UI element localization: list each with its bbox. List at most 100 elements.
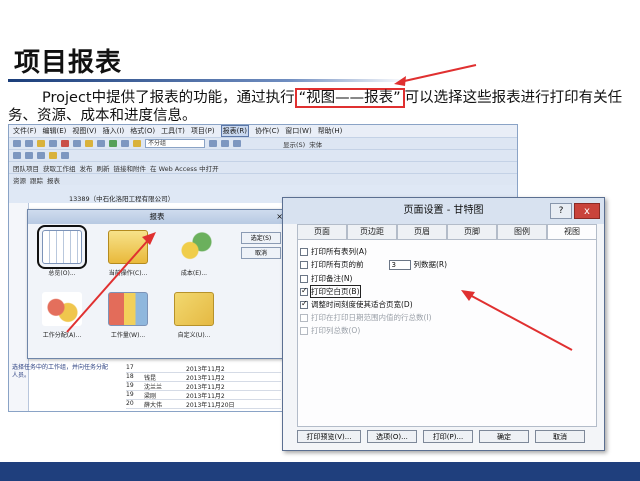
opt-label: 打印列总数(O): [311, 326, 361, 335]
opt-print-first-pages[interactable]: 打印所有页的前 3 列数据(R): [300, 259, 447, 270]
tab-view[interactable]: 视图: [547, 224, 597, 239]
menu-help[interactable]: 帮助(H): [318, 126, 343, 136]
row-date: 2013年11月2: [186, 393, 225, 400]
tab-legend[interactable]: 图例: [497, 224, 547, 239]
opt-label: 打印所有表列(A): [311, 247, 367, 256]
collab-team[interactable]: 团队项目: [13, 163, 39, 173]
row-name: 梁刚: [144, 393, 157, 400]
calendar-icon[interactable]: [121, 140, 129, 147]
menu-insert[interactable]: 插入(I): [103, 126, 125, 136]
menu-project[interactable]: 项目(P): [191, 126, 215, 136]
row-date: 2013年11月2: [186, 366, 225, 373]
spell-icon[interactable]: [49, 140, 57, 147]
checkbox-checked[interactable]: [300, 299, 308, 309]
tab-margins[interactable]: 页边距: [347, 224, 397, 239]
print-button[interactable]: 打印(P)...: [423, 430, 473, 443]
collab-get[interactable]: 获取工作组: [43, 163, 76, 173]
line-icon[interactable]: [13, 152, 21, 159]
tab-page[interactable]: 页面: [297, 224, 347, 239]
menu-edit[interactable]: 编辑(E): [43, 126, 67, 136]
guide-toolbar: 资源 跟踪 报表: [9, 173, 517, 185]
checkbox[interactable]: [300, 274, 308, 283]
save-icon[interactable]: [13, 140, 21, 147]
menu-format[interactable]: 格式(O): [130, 126, 155, 136]
checkbox-disabled: [300, 326, 308, 335]
menu-tools[interactable]: 工具(T): [161, 126, 185, 136]
guide-resources[interactable]: 资源: [13, 175, 26, 185]
paste-icon[interactable]: [85, 140, 93, 147]
guide-tracking[interactable]: 跟踪: [30, 175, 43, 185]
slide-title: 项目报表: [14, 48, 123, 78]
collab-toolbar: 团队项目 获取工作组 发布 刷新 链接和附件 在 Web Access 中打开: [9, 161, 517, 173]
zoom-in-icon[interactable]: [209, 140, 217, 147]
opt-print-blank[interactable]: 打印空白页(B): [300, 285, 361, 298]
menu-view[interactable]: 视图(V): [72, 126, 96, 136]
undo-icon[interactable]: [97, 140, 105, 147]
table-row[interactable]: 20 薛大伟 2013年11月20日: [126, 400, 281, 409]
checkbox[interactable]: [300, 260, 308, 269]
menu-collab[interactable]: 协作(C): [255, 126, 279, 136]
group-combo[interactable]: 不分组: [145, 139, 205, 148]
report-select-button[interactable]: 选定(S): [241, 232, 281, 244]
red-arrow-to-report: [66, 232, 156, 333]
table-row[interactable]: 18 钱昆 2013年11月2: [126, 373, 281, 382]
checkbox-checked[interactable]: [300, 286, 308, 296]
arc-icon[interactable]: [49, 152, 57, 159]
view-bar[interactable]: [9, 203, 29, 411]
menu-file[interactable]: 文件(F): [13, 126, 37, 136]
red-arrow-to-highlight: [394, 64, 477, 86]
opt-range-totals: 打印在打印日期范围内值的行总数(I): [300, 312, 432, 323]
report-custom[interactable]: 自定义(U)...: [168, 292, 220, 352]
options-button[interactable]: 选项(O)...: [367, 430, 417, 443]
close-icon[interactable]: x: [574, 203, 600, 219]
report-cancel-button[interactable]: 取消: [241, 247, 281, 259]
tab-footer[interactable]: 页脚: [447, 224, 497, 239]
textbox-icon[interactable]: [61, 152, 69, 159]
task-note: 选择任务中的工作组，并向任务分配人员。: [12, 364, 109, 379]
checkbox[interactable]: [300, 247, 308, 256]
print-icon[interactable]: [25, 140, 33, 147]
link-icon[interactable]: [109, 140, 117, 147]
collab-publish[interactable]: 发布: [80, 163, 93, 173]
table-row[interactable]: 19 梁刚 2013年11月2: [126, 391, 281, 400]
menu-window[interactable]: 窗口(W): [285, 126, 311, 136]
ok-button[interactable]: 确定: [479, 430, 529, 443]
row-id: 20: [126, 400, 134, 407]
rectangle-icon[interactable]: [25, 152, 33, 159]
standard-toolbar: 不分组 显示(S) 宋体: [9, 137, 517, 149]
report-cost-label: 成本(E)...: [180, 270, 208, 277]
font-name[interactable]: 宋体: [309, 139, 322, 149]
menu-report[interactable]: 报表(R): [220, 125, 249, 137]
notes-icon[interactable]: [133, 140, 141, 147]
zoom-out-icon[interactable]: [221, 140, 229, 147]
cancel-button[interactable]: 取消: [535, 430, 585, 443]
tab-header[interactable]: 页眉: [397, 224, 447, 239]
oval-icon[interactable]: [37, 152, 45, 159]
help-icon[interactable]: ?: [550, 203, 572, 219]
cut-icon[interactable]: [61, 140, 69, 147]
collab-links[interactable]: 链接和附件: [114, 163, 147, 173]
opt-print-notes[interactable]: 打印备注(N): [300, 273, 352, 284]
opt-label: 打印所有页的前: [311, 260, 364, 269]
table-row[interactable]: 17 2013年11月2: [126, 364, 281, 373]
goto-icon[interactable]: [233, 140, 241, 147]
cost-icon: [174, 230, 214, 264]
report-cost[interactable]: 成本(E)...: [168, 230, 220, 290]
page-setup-titlebar: 页面设置 - 甘特图 ? x: [283, 198, 604, 224]
columns-spinner[interactable]: 3: [388, 259, 411, 270]
row-id: 17: [126, 364, 134, 371]
copy-icon[interactable]: [73, 140, 81, 147]
row-name: 钱昆: [144, 375, 157, 382]
preview-icon[interactable]: [37, 140, 45, 147]
red-arrow-in-dialog: [461, 290, 573, 351]
para-before: Project中提供了报表的功能，通过执行: [42, 90, 295, 106]
collab-refresh[interactable]: 刷新: [97, 163, 110, 173]
show-menu[interactable]: 显示(S): [283, 139, 305, 149]
opt-adjust-timescale[interactable]: 调整时间刻度使其适合页宽(D): [300, 299, 413, 310]
opt-label: 打印在打印日期范围内值的行总数(I): [311, 313, 432, 322]
print-preview-button[interactable]: 打印预览(V)...: [297, 430, 361, 443]
opt-print-all-columns[interactable]: 打印所有表列(A): [300, 246, 367, 257]
collab-web[interactable]: 在 Web Access 中打开: [150, 163, 219, 173]
guide-report[interactable]: 报表: [47, 175, 60, 185]
table-row[interactable]: 19 沈兰兰 2013年11月2: [126, 382, 281, 391]
